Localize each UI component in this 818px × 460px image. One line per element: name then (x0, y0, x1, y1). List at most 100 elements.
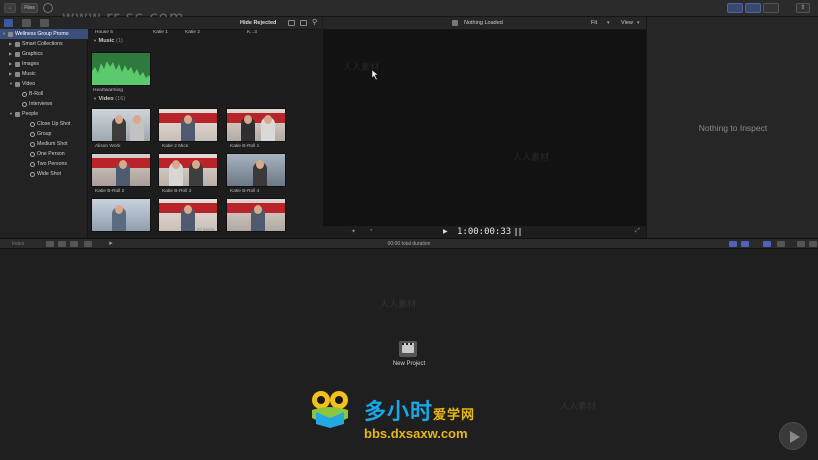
sidebar-item-label: Medium Shot (37, 141, 68, 147)
fullscreen-icon[interactable]: ⤢ (635, 228, 640, 235)
video-clip-thumbnail[interactable] (91, 198, 151, 232)
sidebar-item[interactable]: Medium Shot (0, 139, 88, 149)
sidebar-item-label: Graphics (22, 51, 43, 57)
viewer-status: Nothing Loaded (464, 20, 503, 26)
search-icon[interactable]: ⚲ (312, 18, 317, 26)
sidebar-item[interactable]: Interviews (0, 99, 88, 109)
libraries-sidebar: ▼ Wellness Group Promo ▶ Smart Collections ▶… (0, 29, 88, 238)
sidebar-item[interactable]: Wide Shot (0, 169, 88, 179)
sidebar-item[interactable]: ▼ Video (0, 79, 88, 89)
disclosure-triangle-icon[interactable]: ▶ (9, 49, 12, 59)
sidebar-item[interactable]: ▼ People (0, 109, 88, 119)
skimming-icon[interactable] (729, 241, 737, 247)
clip-appearance-icon[interactable] (797, 241, 805, 247)
sidebar-item[interactable]: Group (0, 129, 88, 139)
sidebar-item[interactable]: One Person (0, 149, 88, 159)
sidebar-item[interactable]: ▶ Smart Collections (0, 39, 88, 49)
thumbnail-head (254, 205, 262, 214)
new-project-icon[interactable] (399, 341, 417, 357)
audio-meter-icon[interactable] (515, 228, 521, 236)
sidebar-item[interactable]: ▼ Wellness Group Promo (0, 29, 88, 39)
view-popup[interactable]: View (621, 20, 633, 26)
event-icon (15, 62, 20, 67)
play-overlay-button[interactable] (779, 422, 807, 450)
effects-browser-icon[interactable] (809, 241, 817, 247)
audio-skimming-icon[interactable] (741, 241, 749, 247)
disclosure-down-icon: ▼ (93, 38, 97, 43)
watermark-site: bbs.dxsaxw.com (364, 426, 468, 441)
solo-icon[interactable] (763, 241, 771, 247)
watermark-mark: 人人素材 (380, 299, 417, 309)
event-icon (15, 112, 20, 117)
sidebar-item-label: Interviews (29, 101, 53, 107)
disclosure-triangle-icon[interactable]: ▼ (9, 109, 13, 119)
speed-icon[interactable]: ◔ (369, 228, 373, 234)
filmstrip-view-icon[interactable] (300, 20, 307, 26)
keyword-icon (22, 102, 27, 107)
items-count: 26 items (196, 228, 215, 233)
thumbnail-head (256, 160, 264, 169)
sidebar-item[interactable]: Close Up Shot (0, 119, 88, 129)
background-tasks-icon[interactable] (43, 3, 53, 13)
inspector-pane: Nothing to Inspect (646, 17, 818, 238)
video-section-header[interactable]: ▼ Video (16) (93, 96, 125, 102)
new-project-label[interactable]: New Project (370, 361, 448, 367)
inspector-layout-button[interactable] (763, 3, 779, 13)
top-toolbar: ↓ Files www.rr-sc.com ⇧ (0, 0, 818, 26)
photos-icon[interactable] (22, 19, 31, 27)
timeline-layout-button[interactable] (745, 3, 761, 13)
video-clip-thumbnail[interactable] (91, 108, 151, 142)
clip-appearance-icon[interactable] (288, 20, 295, 26)
sidebar-item-label: Two Persons (37, 161, 67, 167)
browser-layout-button[interactable] (727, 3, 743, 13)
sidebar-item-label: Video (22, 81, 36, 87)
disclosure-triangle-icon[interactable]: ▶ (9, 69, 12, 79)
import-media-button[interactable]: ↓ (4, 3, 16, 13)
video-clip-thumbnail[interactable] (226, 198, 286, 232)
sidebar-item-label: Close Up Shot (37, 121, 71, 127)
share-button[interactable]: ⇧ (796, 3, 810, 13)
thumbnail-head (264, 115, 272, 124)
filter-popup[interactable]: Hide Rejected (240, 20, 276, 26)
sidebar-item[interactable]: ▶ Images (0, 59, 88, 69)
event-icon (15, 52, 20, 57)
sidebar-item[interactable]: ▶ Graphics (0, 49, 88, 59)
clip-caption: Katie B-Roll 3 (162, 189, 192, 194)
viewer-header: Nothing Loaded Fit ▾ View ▾ (323, 17, 646, 30)
thumbnail-head (115, 115, 123, 124)
play-icon[interactable]: ▶ (443, 228, 448, 235)
sidebar-item[interactable]: ▶ Music (0, 69, 88, 79)
file-button[interactable]: Files (21, 3, 38, 13)
audio-clip-thumbnail[interactable] (91, 52, 151, 86)
video-clip-thumbnail[interactable] (226, 153, 286, 187)
video-clip-thumbnail[interactable] (91, 153, 151, 187)
disclosure-triangle-icon[interactable]: ▼ (9, 79, 13, 89)
disclosure-down-icon: ▼ (93, 96, 97, 101)
smart-collection-icon (30, 142, 35, 147)
sidebar-item-label: Images (22, 61, 40, 67)
viewer-canvas[interactable]: 人人素材 人人素材 (323, 30, 646, 226)
import-icon: ↓ (8, 5, 12, 11)
zoom-popup[interactable]: Fit (591, 20, 597, 26)
video-clip-thumbnail[interactable] (158, 198, 218, 232)
titles-icon[interactable] (40, 19, 49, 27)
libraries-icon[interactable] (4, 19, 13, 27)
transform-icon[interactable]: ✦ (351, 228, 356, 235)
video-clip-thumbnail[interactable] (158, 108, 218, 142)
clip-caption: Katie 2 Mics (162, 144, 189, 149)
sidebar-item[interactable]: Two Persons (0, 159, 88, 169)
browser-pane: House 5 Katie 1 Katie 2 K...3 ▼ Music (1… (89, 30, 322, 238)
sidebar-item-label: One Person (37, 151, 65, 157)
sidebar-item-label: B-Roll (29, 91, 44, 97)
snapping-icon[interactable] (777, 241, 785, 247)
disclosure-triangle-icon[interactable]: ▶ (9, 39, 12, 49)
sidebar-item-label: Smart Collections (22, 41, 63, 47)
video-clip-thumbnail[interactable] (226, 108, 286, 142)
disclosure-triangle-icon[interactable]: ▼ (2, 29, 6, 39)
event-icon (15, 42, 20, 47)
sidebar-item[interactable]: B-Roll (0, 89, 88, 99)
timecode-display: 1:00:00:33 (457, 227, 512, 237)
disclosure-triangle-icon[interactable]: ▶ (9, 59, 12, 69)
video-clip-thumbnail[interactable] (158, 153, 218, 187)
music-section-header[interactable]: ▼ Music (1) (93, 38, 123, 44)
